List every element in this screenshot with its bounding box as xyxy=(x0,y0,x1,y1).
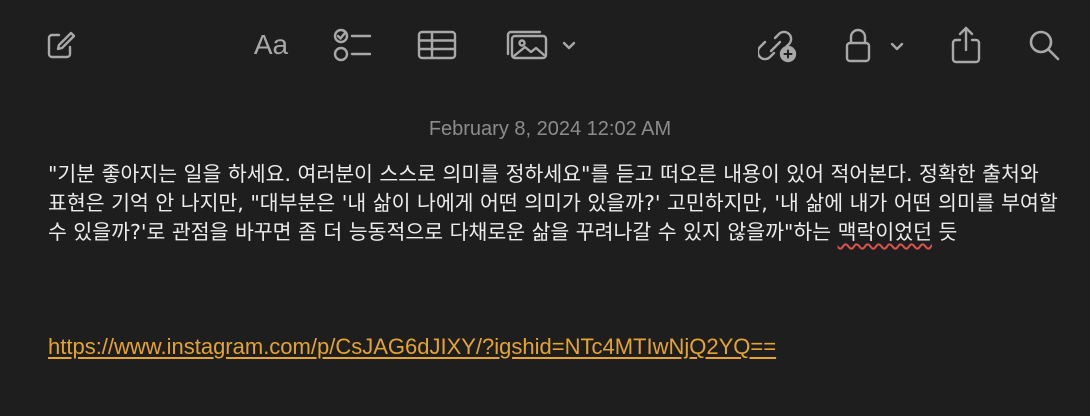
collaborate-icon[interactable] xyxy=(756,22,802,68)
note-timestamp: February 8, 2024 12:02 AM xyxy=(428,118,672,140)
spellcheck-word[interactable]: 맥락이었던 xyxy=(838,220,932,244)
media-icon xyxy=(506,30,548,60)
share-icon[interactable] xyxy=(944,22,988,68)
note-body-end: 듯 xyxy=(931,220,958,244)
format-icon: Aa xyxy=(253,29,289,60)
media-button[interactable] xyxy=(504,22,582,68)
chevron-down-icon xyxy=(562,41,576,50)
format-button[interactable]: Aa xyxy=(246,22,296,68)
lock-button[interactable] xyxy=(842,22,912,68)
search-icon[interactable] xyxy=(1022,22,1066,68)
note-body[interactable]: "기분 좋아지는 일을 하세요. 여러분이 스스로 의미를 정하세요"를 듣고 … xyxy=(48,160,1058,247)
table-icon[interactable] xyxy=(414,22,460,68)
compose-icon[interactable] xyxy=(38,22,82,68)
instagram-link[interactable]: https://www.instagram.com/p/CsJAG6dJIXY/… xyxy=(48,334,776,360)
notes-window: Aa February 8, 2024 12:02 AM "기분 좋아지는 일을… xyxy=(0,0,1090,416)
toolbar: Aa xyxy=(0,0,1090,90)
lock-icon xyxy=(845,28,871,63)
chevron-down-icon xyxy=(890,42,904,51)
checklist-icon[interactable] xyxy=(330,22,376,68)
